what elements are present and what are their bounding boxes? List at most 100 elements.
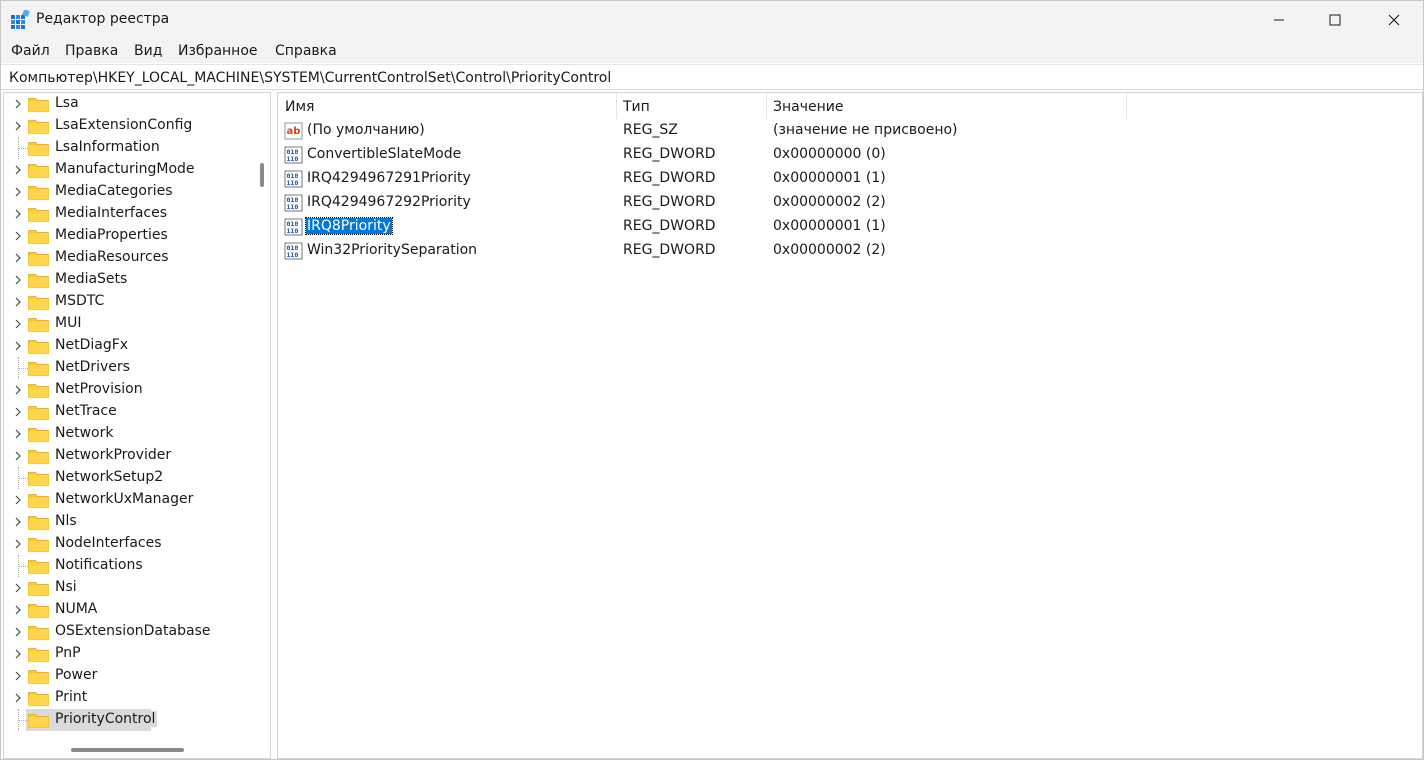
chevron-right-icon[interactable] [13, 209, 23, 219]
values-list-pane[interactable]: Имя Тип Значение ab (По умолчанию) REG_SZ (… [277, 92, 1423, 759]
tree-item[interactable]: MediaResources [4, 247, 254, 269]
title-bar[interactable]: Редактор реестра [1, 1, 1423, 39]
tree-item[interactable]: Lsa [4, 93, 254, 115]
chevron-right-icon[interactable] [13, 385, 23, 395]
tree-item[interactable]: PnP [4, 643, 254, 665]
tree-item-label: MediaProperties [55, 227, 168, 243]
chevron-right-icon[interactable] [13, 341, 23, 351]
chevron-right-icon[interactable] [13, 649, 23, 659]
tree-item-label: NodeInterfaces [55, 535, 162, 551]
tree-item[interactable]: NetProvision [4, 379, 254, 401]
value-row[interactable]: 010 110 IRQ8Priority REG_DWORD 0x00000001 (1… [278, 215, 1418, 239]
chevron-right-icon[interactable] [13, 297, 23, 307]
tree-item[interactable]: MediaCategories [4, 181, 254, 203]
column-header-data[interactable]: Значение [766, 93, 1126, 119]
tree-item[interactable]: Nls [4, 511, 254, 533]
tree-item[interactable]: NetDiagFx [4, 335, 254, 357]
tree-item[interactable]: MediaInterfaces [4, 203, 254, 225]
chevron-right-icon[interactable] [13, 605, 23, 615]
chevron-right-icon[interactable] [13, 429, 23, 439]
value-row[interactable]: ab (По умолчанию) REG_SZ (значение не присв… [278, 119, 1418, 143]
registry-editor-window: Редактор реестра Файл Правка Вид Избранн… [0, 0, 1424, 760]
tree-item[interactable]: NUMA [4, 599, 254, 621]
tree-item[interactable]: LsaInformation [4, 137, 254, 159]
tree-item-label: NetProvision [55, 381, 143, 397]
chevron-right-icon[interactable] [13, 165, 23, 175]
tree-item[interactable]: NodeInterfaces [4, 533, 254, 555]
tree-item[interactable]: NetworkSetup2 [4, 467, 254, 489]
folder-icon [28, 296, 49, 310]
folder-icon [28, 450, 49, 464]
column-separator[interactable] [1126, 93, 1127, 119]
tree-item[interactable]: Print [4, 687, 254, 709]
column-header-type-label: Тип [623, 99, 650, 115]
tree-item-label: Network [55, 425, 114, 441]
chevron-right-icon[interactable] [13, 539, 23, 549]
tree-horizontal-scroll-thumb[interactable] [71, 748, 184, 752]
chevron-right-icon[interactable] [13, 253, 23, 263]
chevron-right-icon[interactable] [13, 231, 23, 241]
chevron-right-icon[interactable] [13, 121, 23, 131]
tree-item[interactable]: PriorityControl [4, 709, 254, 731]
value-row[interactable]: 010 110 Win32PrioritySeparation REG_DWORD 0x… [278, 239, 1418, 263]
chevron-right-icon[interactable] [13, 407, 23, 417]
tree-vertical-scroll-thumb[interactable] [260, 163, 264, 187]
value-row[interactable]: 010 110 IRQ4294967292Priority REG_DWORD 0x00… [278, 191, 1418, 215]
tree-item[interactable]: NetTrace [4, 401, 254, 423]
value-type: REG_SZ [623, 122, 678, 138]
tree-item[interactable]: Nsi [4, 577, 254, 599]
tree-item[interactable]: OSExtensionDatabase [4, 621, 254, 643]
value-name: IRQ4294967292Priority [307, 194, 471, 210]
chevron-right-icon[interactable] [13, 495, 23, 505]
chevron-right-icon[interactable] [13, 187, 23, 197]
column-header-name[interactable]: Имя [278, 93, 618, 119]
menu-help[interactable]: Справка [275, 43, 337, 59]
chevron-right-icon[interactable] [13, 627, 23, 637]
minimize-button[interactable] [1250, 1, 1308, 39]
chevron-right-icon[interactable] [13, 275, 23, 285]
key-tree-pane[interactable]: Lsa LsaExtensionConfig LsaInformation Manuf… [3, 92, 271, 759]
tree-item[interactable]: MediaSets [4, 269, 254, 291]
chevron-right-icon[interactable] [13, 583, 23, 593]
tree-item[interactable]: NetDrivers [4, 357, 254, 379]
tree-item[interactable]: MUI [4, 313, 254, 335]
chevron-right-icon[interactable] [13, 693, 23, 703]
tree-item[interactable]: Power [4, 665, 254, 687]
tree-item-label: ManufacturingMode [55, 161, 195, 177]
tree-item[interactable]: MSDTC [4, 291, 254, 313]
folder-icon [28, 472, 49, 486]
chevron-right-icon[interactable] [13, 451, 23, 461]
tree-item-label: NetworkSetup2 [55, 469, 164, 485]
tree-item-label: LsaInformation [55, 139, 160, 155]
tree-item[interactable]: Network [4, 423, 254, 445]
address-path[interactable]: Компьютер\HKEY_LOCAL_MACHINE\SYSTEM\Curr… [9, 70, 611, 86]
tree-item[interactable]: MediaProperties [4, 225, 254, 247]
chevron-right-icon[interactable] [13, 517, 23, 527]
column-header-type[interactable]: Тип [616, 93, 766, 119]
address-bar[interactable]: Компьютер\HKEY_LOCAL_MACHINE\SYSTEM\Curr… [1, 64, 1423, 90]
tree-item[interactable]: ManufacturingMode [4, 159, 254, 181]
value-row[interactable]: 010 110 IRQ4294967291Priority REG_DWORD 0x00… [278, 167, 1418, 191]
menu-edit[interactable]: Правка [65, 43, 118, 59]
menu-file[interactable]: Файл [11, 43, 50, 59]
value-name: ConvertibleSlateMode [307, 146, 462, 162]
folder-icon [28, 516, 49, 530]
tree-item-label: NetDiagFx [55, 337, 129, 353]
chevron-right-icon[interactable] [13, 99, 23, 109]
tree-item-label: MUI [55, 315, 82, 331]
tree-item-label: NetDrivers [55, 359, 130, 375]
tree-item[interactable]: NetworkProvider [4, 445, 254, 467]
menu-favorites[interactable]: Избранное [178, 43, 258, 59]
close-button[interactable] [1365, 1, 1423, 39]
tree-item-label: OSExtensionDatabase [55, 623, 211, 639]
tree-item[interactable]: LsaExtensionConfig [4, 115, 254, 137]
chevron-right-icon[interactable] [13, 319, 23, 329]
chevron-right-icon[interactable] [13, 671, 23, 681]
maximize-button[interactable] [1306, 1, 1364, 39]
tree-item[interactable]: NetworkUxManager [4, 489, 254, 511]
value-row[interactable]: 010 110 ConvertibleSlateMode REG_DWORD 0x000… [278, 143, 1418, 167]
tree-vertical-scrollbar[interactable] [252, 93, 270, 738]
value-data: 0x00000001 (1) [773, 170, 886, 186]
menu-view[interactable]: Вид [134, 43, 162, 59]
tree-item[interactable]: Notifications [4, 555, 254, 577]
